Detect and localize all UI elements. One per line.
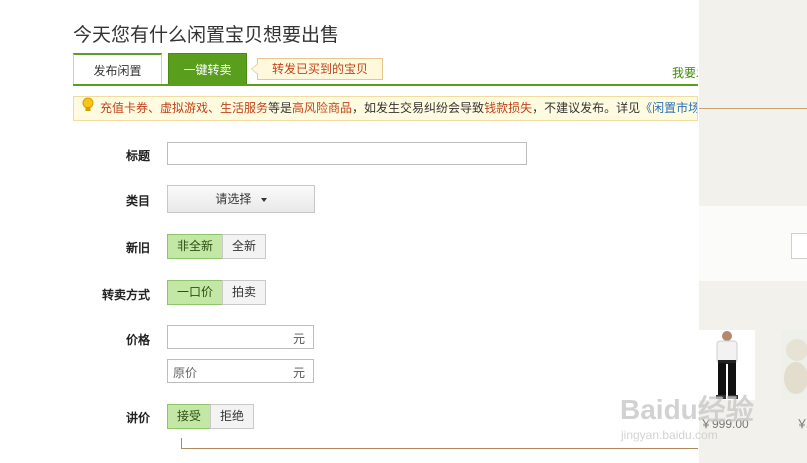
baidu-watermark: Baidu经验 xyxy=(620,394,754,425)
page-title: 今天您有什么闲置宝贝想要出售 xyxy=(73,25,340,46)
category-label: 类目 xyxy=(125,194,150,208)
lightbulb-icon xyxy=(82,97,94,120)
original-price-placeholder: 原价 xyxy=(173,366,198,380)
caret-down-icon xyxy=(260,197,267,202)
condition-option-new[interactable]: 全新 xyxy=(222,234,266,259)
category-select[interactable]: 请选择 xyxy=(167,185,315,213)
bargain-accept[interactable]: 接受 xyxy=(167,404,211,429)
resell-hint-callout: 转发已买到的宝贝 xyxy=(250,58,384,80)
original-price-input[interactable]: 原价 元 xyxy=(167,359,314,383)
price-unit: 元 xyxy=(292,332,305,346)
bottom-divider xyxy=(181,448,698,449)
notice-money-loss: 钱款损失 xyxy=(484,101,533,116)
risk-notice-bar: 充值卡券、虚拟游戏、生活服务等是高风险商品，如发生交易纠纷会导致钱款损失，不建议… xyxy=(73,96,698,121)
tab-publish-idle[interactable]: 发布闲置 xyxy=(73,53,162,85)
tab-resell[interactable]: 一键转卖 xyxy=(168,53,247,85)
right-sidebar-input[interactable] xyxy=(791,233,807,259)
baidu-watermark-url: jingyan.baidu.com xyxy=(621,428,718,442)
sale-mode-fixed-price[interactable]: 一口价 xyxy=(167,280,223,305)
notice-high-risk: 高风险商品 xyxy=(292,101,353,116)
notice-text-1: 等是 xyxy=(268,101,293,116)
category-select-value: 请选择 xyxy=(215,192,252,206)
product-price-2: ￥ xyxy=(796,417,807,431)
notice-rules-link[interactable]: 《闲置市场 xyxy=(640,101,697,115)
sale-mode-auction[interactable]: 拍卖 xyxy=(222,280,266,305)
condition-label: 新旧 xyxy=(125,241,150,255)
notice-text-3: ，不建议发布。详见 xyxy=(532,101,641,116)
original-price-unit: 元 xyxy=(292,366,305,380)
bargain-reject[interactable]: 拒绝 xyxy=(210,404,254,429)
bargain-label: 讲价 xyxy=(125,411,150,425)
sale-mode-label: 转卖方式 xyxy=(101,288,150,302)
product-thumbnail-plush[interactable] xyxy=(781,330,807,400)
notice-text-2: ，如发生交易纠纷会导致 xyxy=(352,101,485,116)
plush-toy-icon xyxy=(781,330,807,400)
price-input[interactable]: 元 xyxy=(167,325,314,349)
notice-risk-items: 充值卡券、虚拟游戏、生活服务 xyxy=(100,101,269,116)
want-sell-link[interactable]: 我要发 xyxy=(672,64,698,81)
title-input[interactable] xyxy=(167,142,527,165)
price-label: 价格 xyxy=(125,333,150,347)
condition-option-used[interactable]: 非全新 xyxy=(167,234,223,259)
title-label: 标题 xyxy=(125,149,150,163)
right-sidebar-divider xyxy=(699,108,807,109)
tab-underline xyxy=(73,84,698,86)
